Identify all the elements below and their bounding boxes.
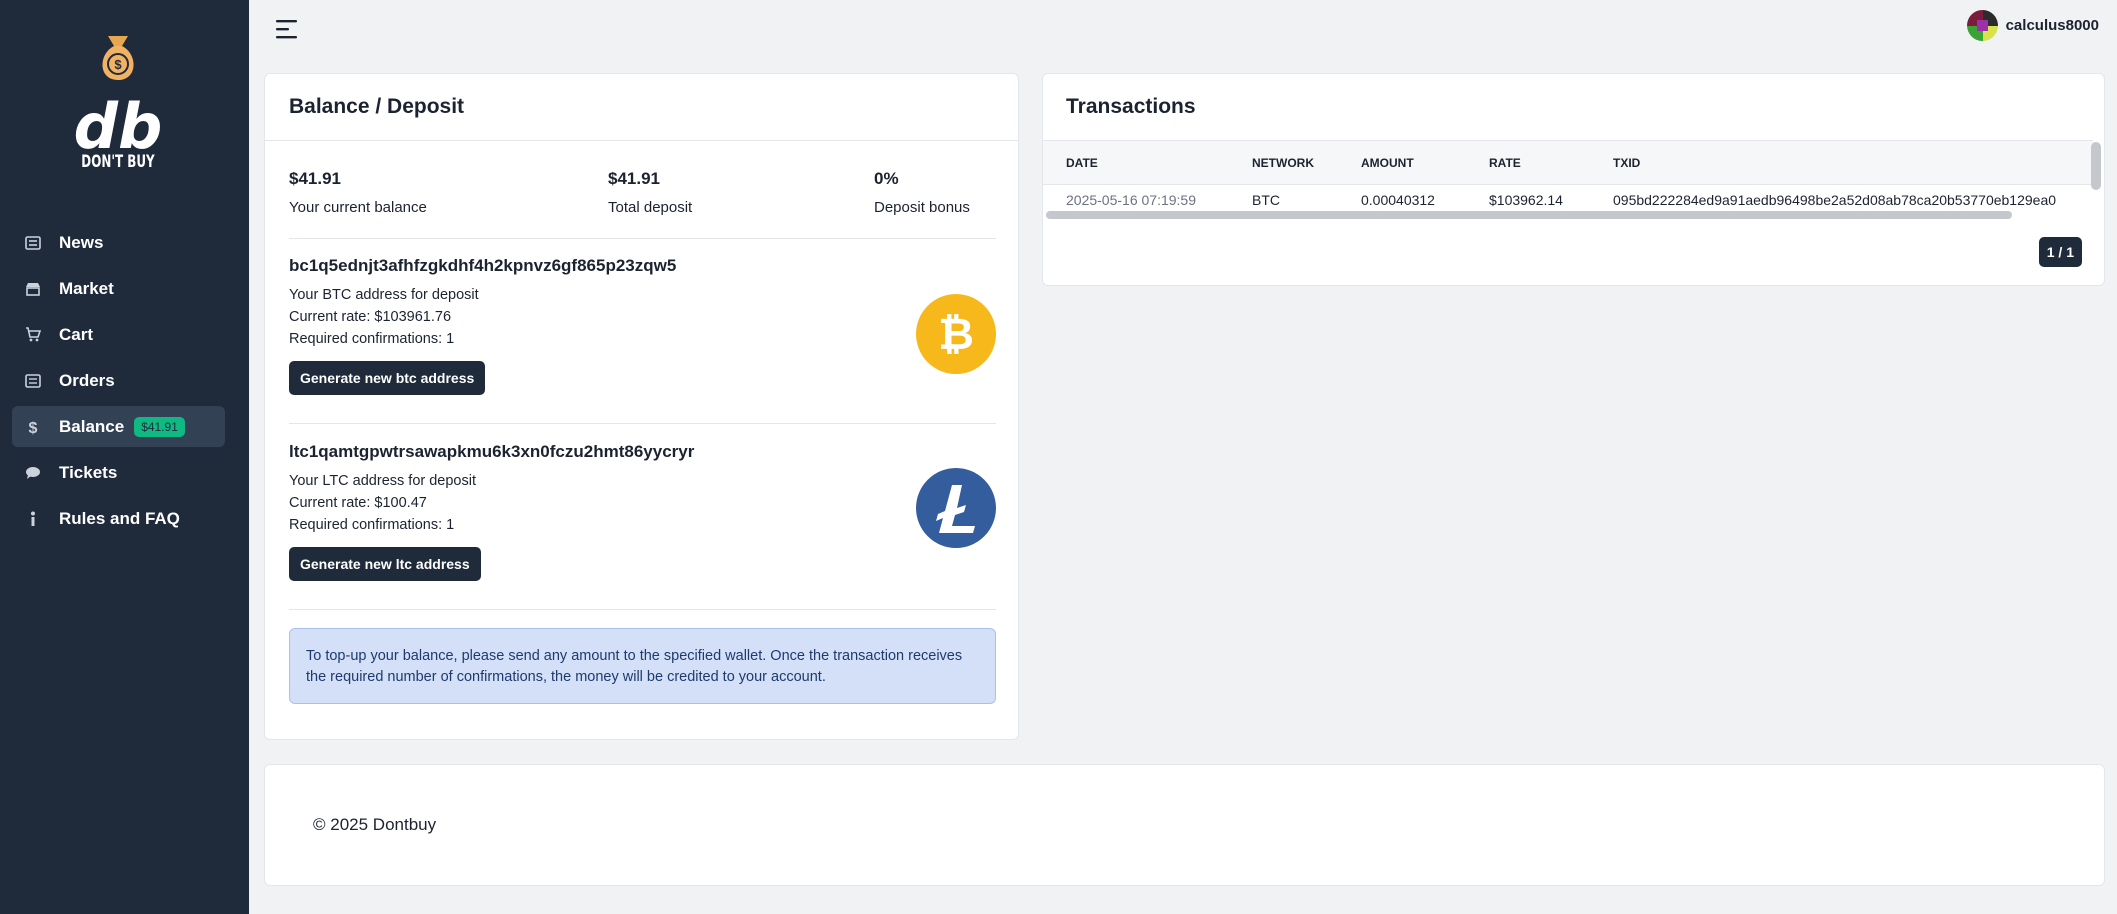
vertical-scrollbar[interactable]: [2091, 142, 2101, 190]
svg-text:₿: ₿: [938, 309, 974, 360]
ltc-address[interactable]: ltc1qamtgpwtrsawapkmu6k3xn0fczu2hmt86yyc…: [289, 442, 996, 462]
copyright-text: © 2025 Dontbuy: [313, 815, 437, 834]
stat-value: $41.91: [608, 169, 660, 188]
card-title: Transactions: [1066, 95, 1196, 118]
stat-label: Deposit bonus: [874, 199, 970, 216]
chat-icon: [25, 465, 41, 481]
generate-btc-address-button[interactable]: Generate new btc address: [289, 361, 486, 395]
logo-text: DON'T BUY: [81, 152, 155, 172]
cell-amount: 0.00040312: [1361, 192, 1435, 208]
stat-value: $41.91: [289, 169, 341, 188]
sidebar-item-cart[interactable]: Cart: [12, 314, 225, 355]
sidebar-item-orders[interactable]: Orders: [12, 360, 225, 401]
card-header: Transactions: [1043, 74, 2104, 140]
newspaper-icon: [25, 235, 41, 251]
cell-network: BTC: [1252, 192, 1280, 208]
logo[interactable]: $ db DON'T BUY: [68, 30, 168, 180]
bitcoin-icon: ₿: [916, 294, 996, 374]
column-header-amount: AMOUNT: [1361, 156, 1414, 170]
generate-ltc-address-button[interactable]: Generate new ltc address: [289, 547, 481, 581]
btc-desc: Your BTC address for deposit: [289, 287, 479, 303]
balance-stats: $41.91 Your current balance $41.91 Total…: [289, 169, 996, 239]
stat-deposit-bonus: 0% Deposit bonus: [874, 169, 970, 216]
column-header-rate: RATE: [1489, 156, 1521, 170]
svg-text:$: $: [29, 420, 38, 435]
sidebar-item-rules[interactable]: Rules and FAQ: [12, 498, 225, 539]
card-header: Balance / Deposit: [265, 74, 1018, 141]
sidebar-item-label: Orders: [59, 370, 115, 390]
litecoin-icon: [916, 468, 996, 548]
hamburger-icon: [276, 20, 297, 39]
sidebar-item-news[interactable]: News: [12, 222, 225, 263]
avatar: [1966, 10, 1998, 41]
username: calculus8000: [2005, 17, 2099, 34]
sidebar-item-balance[interactable]: $ Balance $41.91: [12, 406, 225, 447]
cell-txid[interactable]: 095bd222284ed9a91aedb96498be2a52d08ab78c…: [1613, 192, 2056, 208]
column-header-date: DATE: [1066, 156, 1098, 170]
stat-label: Total deposit: [608, 199, 693, 216]
ltc-confirmations: Required confirmations: 1: [289, 517, 455, 533]
balance-badge: $41.91: [134, 416, 185, 437]
stat-value: 0%: [874, 169, 899, 188]
btc-deposit-section: bc1q5ednjt3afhfzgkdhf4h2kpnvz6gf865p23zq…: [289, 256, 996, 424]
btc-rate: Current rate: $103961.76: [289, 309, 452, 325]
info-alert: To top-up your balance, please send any …: [289, 628, 996, 704]
stat-current-balance: $41.91 Your current balance: [289, 169, 427, 216]
footer: © 2025 Dontbuy: [264, 764, 2105, 886]
card-title: Balance / Deposit: [289, 95, 465, 118]
svg-text:db: db: [74, 90, 163, 150]
column-header-txid: TXID: [1613, 156, 1641, 170]
sidebar-item-label: News: [59, 232, 104, 252]
sidebar-nav: News Market Cart Orders $ Balance $41.91…: [12, 222, 225, 544]
transactions-card: Transactions DATE NETWORK AMOUNT RATE TX…: [1042, 73, 2105, 286]
ltc-desc: Your LTC address for deposit: [289, 473, 476, 489]
btc-address[interactable]: bc1q5ednjt3afhfzgkdhf4h2kpnvz6gf865p23zq…: [289, 256, 996, 276]
sidebar: $ db DON'T BUY News Market Cart Orders $…: [0, 0, 249, 914]
info-icon: [25, 511, 41, 527]
sidebar-item-market[interactable]: Market: [12, 268, 225, 309]
cart-icon: [25, 327, 41, 343]
column-header-network: NETWORK: [1252, 156, 1314, 170]
sidebar-item-label: Balance: [59, 416, 125, 436]
balance-deposit-card: Balance / Deposit $41.91 Your current ba…: [264, 73, 1019, 740]
menu-toggle-button[interactable]: [275, 18, 299, 40]
sidebar-item-label: Rules and FAQ: [59, 508, 180, 528]
sidebar-item-tickets[interactable]: Tickets: [12, 452, 225, 493]
btc-confirmations: Required confirmations: 1: [289, 331, 455, 347]
table-header: DATE NETWORK AMOUNT RATE TXID: [1043, 140, 2093, 185]
sidebar-item-label: Tickets: [59, 462, 118, 482]
ltc-deposit-section: ltc1qamtgpwtrsawapkmu6k3xn0fczu2hmt86yyc…: [289, 442, 996, 610]
svg-text:$: $: [114, 57, 122, 72]
sidebar-item-label: Market: [59, 278, 114, 298]
dollar-icon: $: [25, 419, 41, 435]
sidebar-item-label: Cart: [59, 324, 94, 344]
cell-date: 2025-05-16 07:19:59: [1066, 192, 1196, 208]
cell-rate: $103962.14: [1489, 192, 1563, 208]
stat-total-deposit: $41.91 Total deposit: [608, 169, 692, 216]
list-icon: [25, 373, 41, 389]
user-menu[interactable]: calculus8000: [1966, 10, 2099, 41]
horizontal-scrollbar[interactable]: [1046, 211, 2012, 219]
store-icon: [25, 281, 41, 297]
transactions-table: DATE NETWORK AMOUNT RATE TXID 2025-05-16…: [1043, 140, 2093, 220]
money-bag-icon: $ db: [74, 36, 163, 150]
pagination-button[interactable]: 1 / 1: [2038, 237, 2082, 267]
ltc-rate: Current rate: $100.47: [289, 495, 427, 511]
stat-label: Your current balance: [289, 199, 427, 216]
